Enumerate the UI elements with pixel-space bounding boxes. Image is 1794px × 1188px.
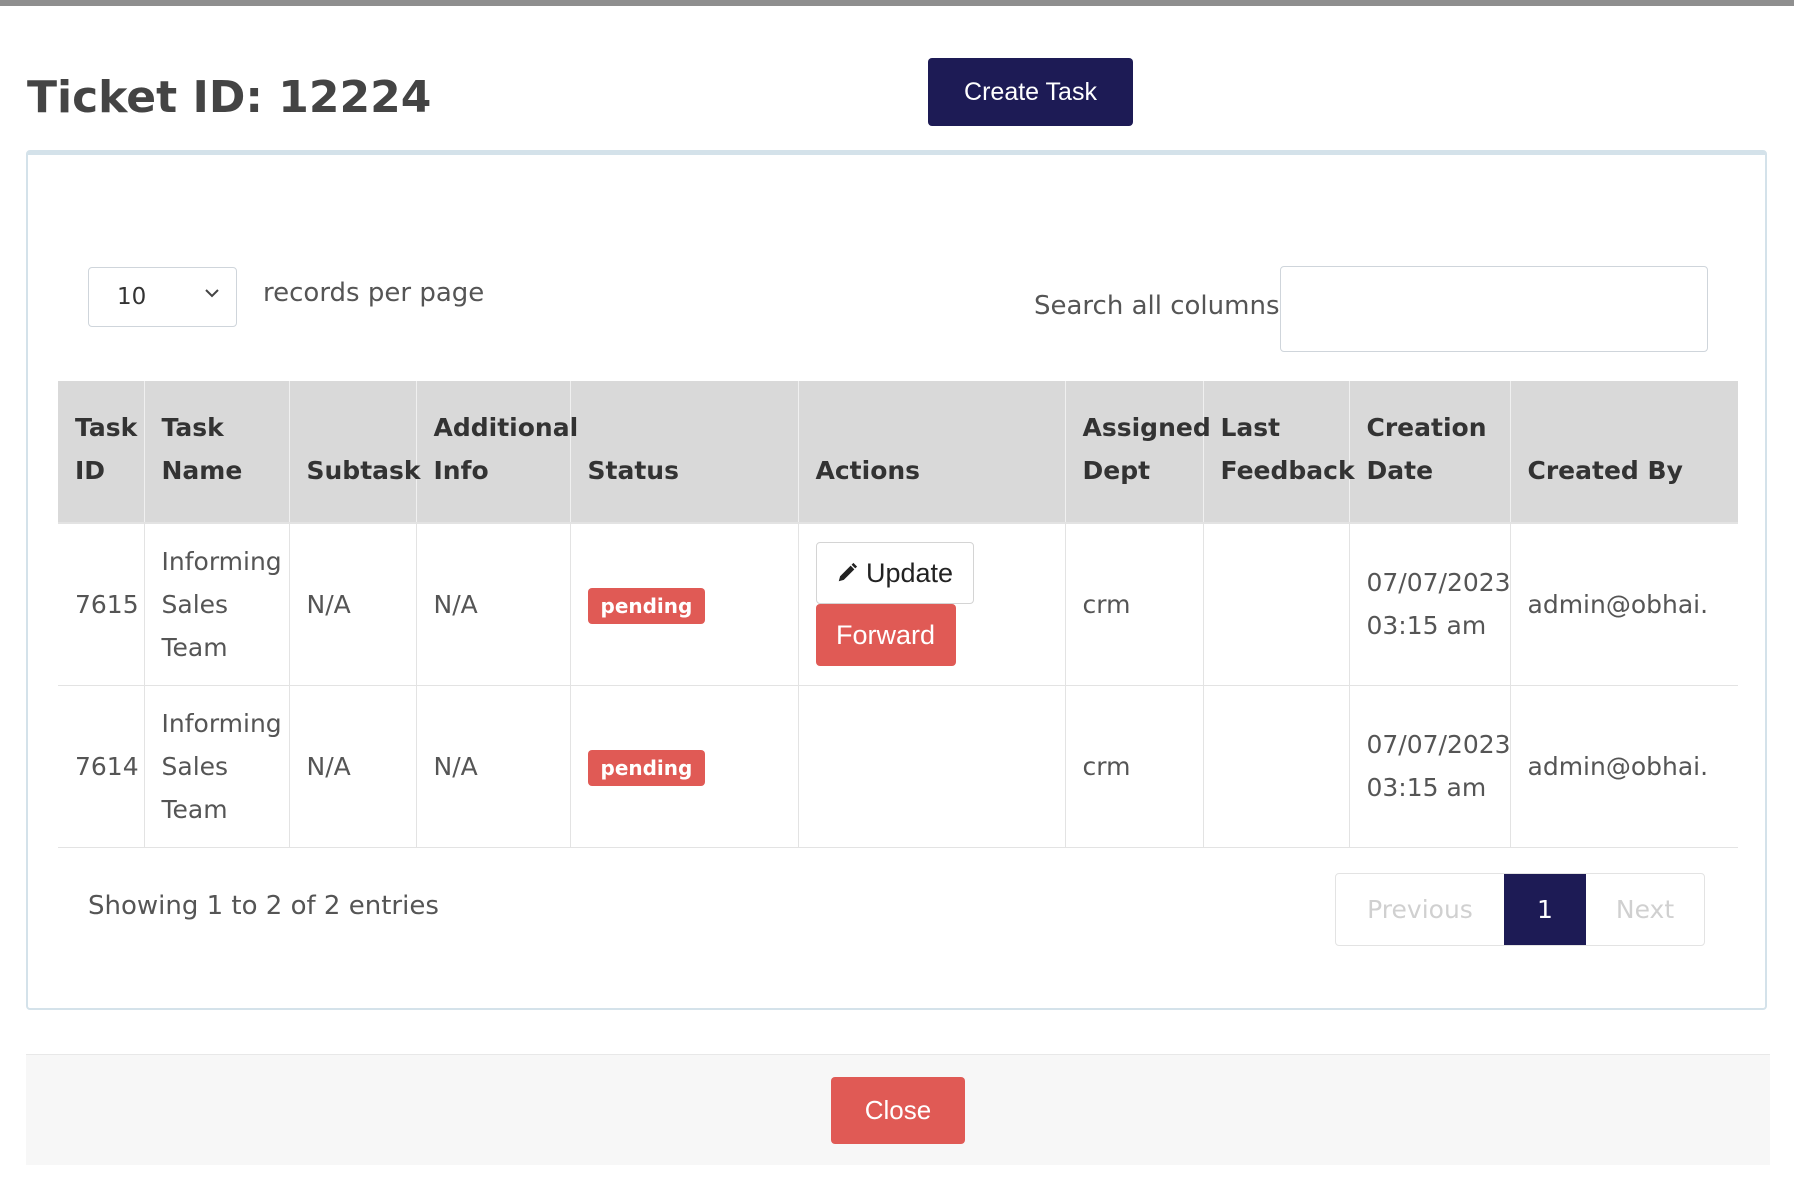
- cell-task-name: Informing Sales Team: [144, 685, 290, 848]
- pagination: Previous 1 Next: [1335, 873, 1705, 946]
- cell-creation-date: 07/07/2023 03:15 am: [1349, 523, 1511, 686]
- col-assigned-dept[interactable]: Assigned Dept: [1065, 381, 1211, 524]
- table-header-row: Task ID Task Name Subtask Additional Inf…: [58, 381, 1738, 524]
- chevron-down-icon: [204, 285, 220, 306]
- cell-additional-info: N/A: [416, 523, 571, 686]
- col-created-by[interactable]: Created By: [1510, 381, 1738, 524]
- cell-status: pending: [570, 523, 799, 686]
- close-button[interactable]: Close: [831, 1077, 965, 1144]
- cell-additional-info: N/A: [416, 685, 571, 848]
- cell-created-by: admin@obhai.: [1510, 685, 1738, 848]
- cell-creation-date: 07/07/2023 03:15 am: [1349, 685, 1511, 848]
- col-subtask[interactable]: Subtask: [289, 381, 421, 524]
- search-label: Search all columns:: [1034, 291, 1289, 321]
- pencil-icon: [838, 563, 858, 582]
- col-last-feedback[interactable]: Last Feedback: [1203, 381, 1355, 524]
- cell-task-name: Informing Sales Team: [144, 523, 290, 686]
- cell-subtask: N/A: [289, 685, 417, 848]
- modal-top-border: [0, 0, 1794, 6]
- status-badge: pending: [587, 749, 706, 786]
- tasks-table-wrapper: Task ID Task Name Subtask Additional Inf…: [58, 381, 1738, 849]
- cell-assigned-dept: crm: [1065, 685, 1204, 848]
- records-per-page-select[interactable]: 10: [88, 267, 237, 327]
- forward-button[interactable]: Forward: [815, 604, 956, 667]
- records-per-page-value: 10: [117, 284, 147, 310]
- create-task-button[interactable]: Create Task: [928, 58, 1133, 126]
- cell-status: pending: [570, 685, 799, 848]
- cell-task-id: 7614: [58, 685, 145, 848]
- table-row: 7614 Informing Sales Team N/A N/A pendin…: [58, 685, 1738, 848]
- pagination-next[interactable]: Next: [1586, 874, 1704, 945]
- cell-subtask: N/A: [289, 523, 417, 686]
- tasks-table: Task ID Task Name Subtask Additional Inf…: [58, 381, 1738, 848]
- update-button[interactable]: Update: [815, 542, 974, 605]
- table-info: Showing 1 to 2 of 2 entries: [88, 891, 439, 921]
- pagination-page-1[interactable]: 1: [1504, 874, 1586, 945]
- status-badge: pending: [587, 587, 706, 624]
- search-input[interactable]: [1280, 266, 1708, 352]
- cell-assigned-dept: crm: [1065, 523, 1204, 686]
- modal-title: Ticket ID: 12224: [27, 72, 432, 123]
- cell-created-by: admin@obhai.: [1510, 523, 1738, 686]
- col-task-name[interactable]: Task Name: [144, 381, 290, 524]
- col-creation-date[interactable]: Creation Date: [1349, 381, 1511, 524]
- table-row: 7615 Informing Sales Team N/A N/A pendin…: [58, 523, 1738, 686]
- col-actions[interactable]: Actions: [798, 381, 1066, 524]
- update-button-label: Update: [865, 557, 954, 588]
- cell-actions: Update Forward: [798, 523, 1066, 686]
- cell-actions: [798, 685, 1066, 848]
- cell-last-feedback: [1203, 523, 1350, 686]
- col-additional-info[interactable]: Additional Info: [416, 381, 578, 524]
- col-task-id[interactable]: Task ID: [58, 381, 145, 524]
- col-status[interactable]: Status: [570, 381, 799, 524]
- cell-last-feedback: [1203, 685, 1350, 848]
- records-per-page-label: records per page: [263, 278, 485, 308]
- pagination-previous[interactable]: Previous: [1336, 874, 1504, 945]
- cell-task-id: 7615: [58, 523, 145, 686]
